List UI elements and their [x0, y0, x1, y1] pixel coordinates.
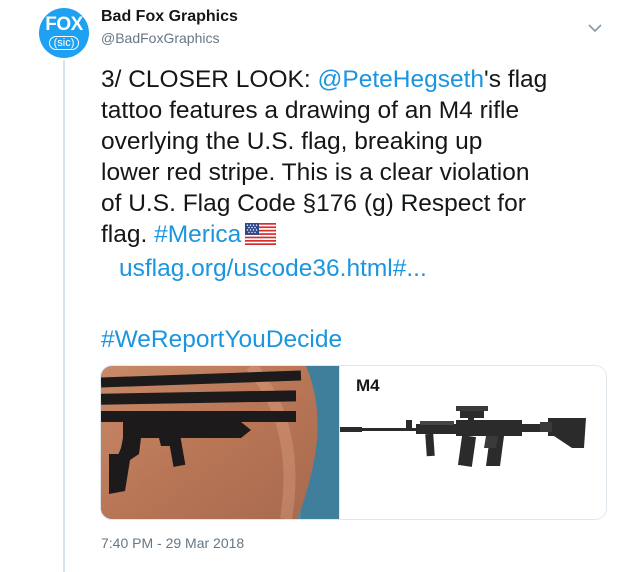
tweet-text-segment: 's flag: [484, 66, 548, 93]
tweet-text: 3/ CLOSER LOOK: @PeteHegseth's flag tatt…: [101, 64, 601, 284]
m4-rifle-photo[interactable]: M4: [340, 366, 606, 519]
tweet-line-4: lower red stripe. This is a clear violat…: [101, 159, 530, 186]
tweet-text-segment: 3/ CLOSER LOOK:: [101, 66, 318, 93]
media-attachment[interactable]: M4: [100, 365, 607, 520]
thread-line: [63, 60, 65, 572]
tweet-line-7: usflag.org/uscode36.html#...: [101, 253, 601, 284]
avatar-sic-text: (sic): [48, 36, 80, 50]
tattoo-photo[interactable]: [101, 366, 340, 519]
tweet-line-6: flag. #Merica: [101, 219, 601, 253]
tweet: FOX (sic) Bad Fox Graphics @BadFoxGraphi…: [0, 0, 641, 572]
hashtag-merica-link[interactable]: #Merica: [154, 221, 241, 248]
tweet-line-1: 3/ CLOSER LOOK: @PeteHegseth's flag: [101, 64, 601, 95]
us-flag-emoji-icon: [244, 222, 277, 253]
display-name[interactable]: Bad Fox Graphics: [101, 8, 238, 26]
url-link[interactable]: usflag.org/uscode36.html#...: [119, 255, 427, 282]
mention-link[interactable]: @PeteHegseth: [318, 66, 485, 93]
tweet-line-5: of U.S. Flag Code §176 (g) Respect for: [101, 190, 526, 217]
user-handle[interactable]: @BadFoxGraphics: [101, 30, 219, 46]
avatar[interactable]: FOX (sic): [39, 8, 89, 58]
tweet-text-segment: flag.: [101, 221, 155, 248]
m4-label: M4: [356, 376, 380, 395]
timestamp[interactable]: 7:40 PM - 29 Mar 2018: [101, 535, 244, 551]
tweet-line-3: overlying the U.S. flag, breaking up: [101, 128, 483, 155]
hashtag-wereportyoudecide-link[interactable]: #WeReportYouDecide: [101, 324, 342, 355]
avatar-fox-text: FOX: [45, 14, 83, 35]
tweet-line-2: tattoo features a drawing of an M4 rifle: [101, 97, 520, 124]
chevron-down-icon[interactable]: [587, 22, 603, 34]
